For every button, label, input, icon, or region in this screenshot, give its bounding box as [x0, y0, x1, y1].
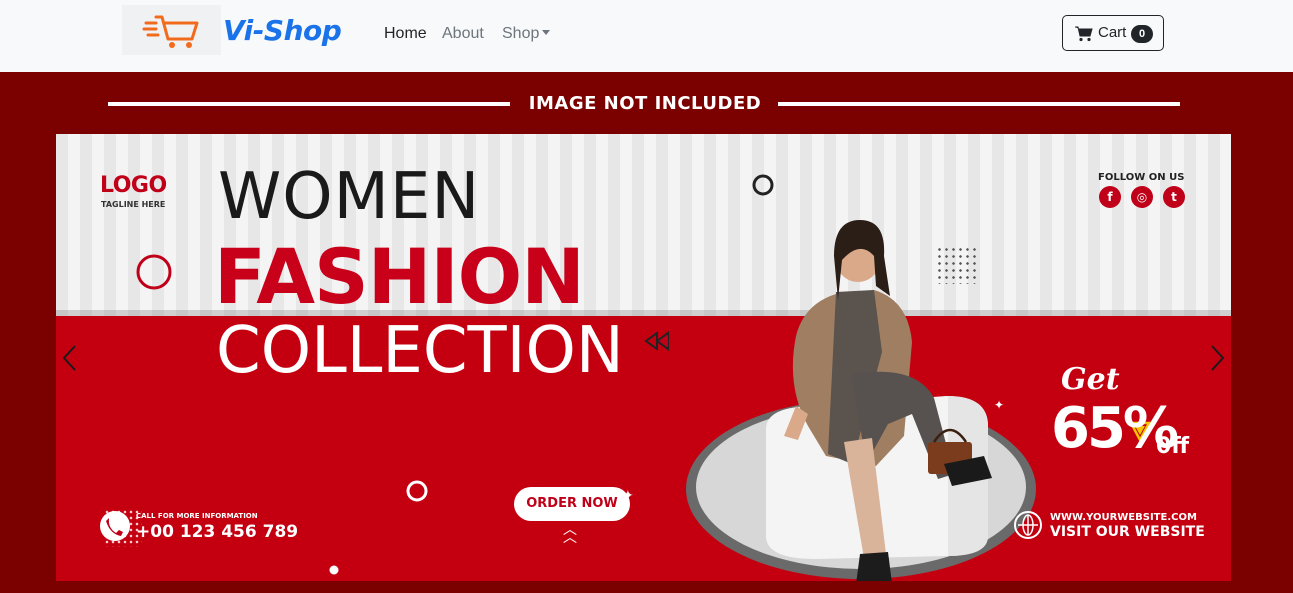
order-now-button[interactable]: ORDER NOW [514, 487, 630, 521]
double-arrow-icon [644, 331, 669, 351]
phone-number: +00 123 456 789 [136, 522, 299, 542]
double-chevron-up-icon: ︿ ︿ [563, 522, 577, 546]
globe-icon [1014, 511, 1042, 539]
facebook-icon[interactable]: f [1099, 186, 1121, 208]
promo-banner[interactable]: LOGO TAGLINE HERE ✦ ✦ WOMEN FASHION COLL… [56, 134, 1231, 581]
notice-line-left [108, 102, 510, 106]
brand-name[interactable]: Vi-Shop [223, 14, 342, 47]
nav-about[interactable]: About [442, 25, 484, 43]
cart-label: Cart [1098, 24, 1127, 41]
instagram-icon[interactable]: ◎ [1131, 186, 1153, 208]
headline-women: WOMEN [218, 160, 481, 234]
dot-icon [329, 565, 339, 575]
phone-icon [100, 511, 130, 541]
offer-get: Get [1061, 362, 1120, 397]
circle-outline-icon [136, 254, 172, 290]
website-url: WWW.YOURWEBSITE.COM [1050, 512, 1197, 523]
brand-logo[interactable] [122, 5, 221, 55]
hero-carousel: IMAGE NOT INCLUDED LOGO TAGLINE HERE ✦ ✦… [0, 72, 1293, 593]
nav-shop-dropdown[interactable]: Shop [502, 25, 551, 43]
follow-label: FOLLOW ON US [1098, 172, 1185, 183]
call-label: CALL FOR MORE INFORMATION [136, 512, 258, 520]
nav-home[interactable]: Home [384, 25, 427, 43]
caret-down-icon [542, 29, 551, 35]
model-photo [686, 220, 1036, 581]
carousel-prev-button[interactable] [60, 343, 80, 373]
nav-shop-label: Shop [502, 25, 540, 42]
notice-line-right [778, 102, 1180, 106]
shopping-cart-logo-icon [142, 15, 199, 48]
cart-icon [1075, 26, 1093, 42]
chevron-right-icon [1211, 345, 1225, 371]
twitter-icon[interactable]: t [1163, 186, 1185, 208]
headline-fashion: FASHION [214, 232, 585, 321]
banner-tagline: TAGLINE HERE [101, 200, 166, 209]
cart-count-badge: 0 [1131, 25, 1153, 43]
headline-collection: COLLECTION [216, 314, 624, 388]
offer-off: 0ff [1156, 434, 1190, 459]
cart-button[interactable]: Cart 0 [1062, 15, 1164, 51]
banner-logo: LOGO [100, 173, 167, 198]
visit-website: VISIT OUR WEBSITE [1050, 524, 1205, 540]
circle-outline-icon [406, 480, 428, 502]
chevron-left-icon [62, 345, 76, 371]
carousel-next-button[interactable] [1207, 343, 1227, 373]
notice-text: IMAGE NOT INCLUDED [528, 93, 762, 114]
navbar: Vi-Shop Home About Shop Cart 0 [0, 0, 1293, 72]
